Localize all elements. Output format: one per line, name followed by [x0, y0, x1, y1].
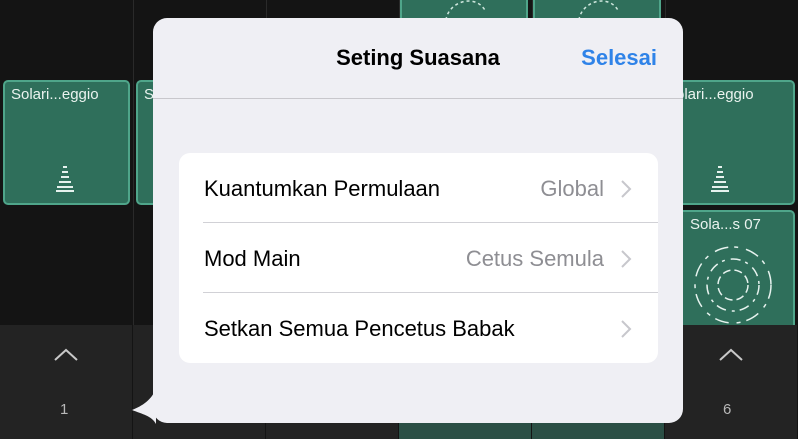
- popover-header: Seting Suasana Selesai: [153, 18, 683, 99]
- chevron-right-icon: [621, 250, 632, 268]
- loop-cell-solas07[interactable]: Sola...s 07: [668, 210, 795, 335]
- chevron-right-icon: [621, 180, 632, 198]
- chevron-up-icon: [54, 348, 78, 361]
- done-button[interactable]: Selesai: [581, 45, 657, 71]
- column-trigger-1[interactable]: 1: [0, 325, 133, 439]
- settings-list: Kuantumkan Permulaan Global Mod Main Cet…: [179, 153, 658, 363]
- loop-cell-label: olari...eggio: [676, 86, 754, 103]
- loop-cell-label: Sola...s 07: [690, 216, 761, 233]
- settings-row-set-all-scene-triggers[interactable]: Setkan Semua Pencetus Babak: [179, 293, 658, 363]
- column-trigger-6[interactable]: 6: [665, 325, 798, 439]
- settings-row-quantize-start[interactable]: Kuantumkan Permulaan Global: [179, 153, 658, 223]
- loop-cell-label: Solari...eggio: [11, 86, 99, 103]
- grid-line: [133, 0, 134, 325]
- settings-row-label: Kuantumkan Permulaan: [204, 176, 441, 201]
- settings-row-value: Global: [540, 176, 604, 201]
- settings-row-label: Mod Main: [204, 246, 301, 271]
- settings-row-value: Cetus Semula: [465, 246, 604, 271]
- loop-cell-solarpeggio[interactable]: Solari...eggio: [3, 80, 130, 205]
- column-number: 1: [60, 401, 69, 418]
- circular-waveform-icon: [694, 246, 772, 324]
- settings-row-play-mode[interactable]: Mod Main Cetus Semula: [179, 223, 658, 293]
- loop-cell-solarpeggio-right[interactable]: olari...eggio: [668, 80, 795, 205]
- waveform-stack-icon: [711, 166, 729, 192]
- chevron-right-icon: [621, 320, 632, 338]
- settings-row-label: Setkan Semua Pencetus Babak: [204, 316, 515, 341]
- chevron-up-icon: [719, 348, 743, 361]
- waveform-stack-icon: [56, 166, 74, 192]
- scene-settings-popover: Seting Suasana Selesai Kuantumkan Permul…: [153, 18, 683, 423]
- column-number: 6: [723, 401, 732, 418]
